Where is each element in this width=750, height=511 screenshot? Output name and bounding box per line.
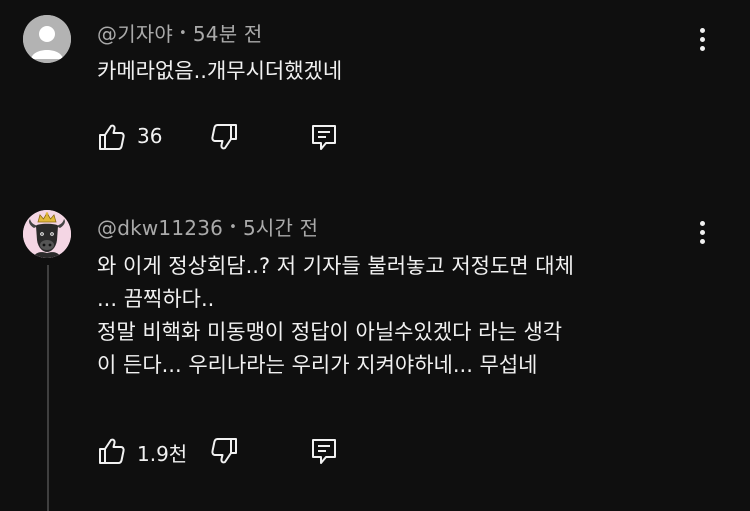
thumb-down-icon [211,124,237,150]
separator-dot: • [229,220,237,235]
like-count: 1.9천 [137,442,188,466]
comment-header: @dkw11236 • 5시간 전 [97,212,318,241]
thumb-down-icon [211,438,237,464]
comment-author[interactable]: @dkw11236 [97,216,223,240]
comment-author[interactable]: @기자야 [97,22,173,46]
more-vert-icon [700,28,705,33]
like-count: 36 [137,124,163,148]
comment-list: @기자야 • 54분 전 카메라없음..개무시더했겠네 36 @dkw11236… [0,0,750,511]
like-button[interactable] [97,122,127,152]
dislike-button[interactable] [209,122,239,152]
comment-menu-button[interactable] [692,26,714,56]
default-user-icon [23,15,71,63]
avatar[interactable] [23,210,71,258]
comment-text: 카메라없음..개무시더했겠네 [97,55,342,88]
comment-line: ... 끔찍하다.. [97,287,215,311]
comment-text: 와 이게 정상회담..? 저 기자들 불러놓고 저정도면 대체 ... 끔찍하다… [97,250,574,382]
comment-menu-button[interactable] [692,219,714,249]
reply-button[interactable] [309,436,339,466]
comment-time[interactable]: 5시간 전 [243,216,318,240]
crowned-bull-avatar-icon [23,210,71,258]
more-vert-icon [700,221,705,226]
dislike-button[interactable] [209,436,239,466]
separator-dot: • [179,26,187,41]
avatar[interactable] [23,15,71,63]
comment-line: 정말 비핵화 미동맹이 정답이 아닐수있겠다 라는 생각 [97,320,563,344]
thumb-up-icon [99,124,125,150]
thumb-up-icon [99,438,125,464]
reply-comment-icon [312,125,336,150]
like-button[interactable] [97,436,127,466]
comment-time[interactable]: 54분 전 [193,22,263,46]
comment-line: 카메라없음..개무시더했겠네 [97,59,343,83]
reply-comment-icon [312,439,336,464]
comment-header: @기자야 • 54분 전 [97,18,262,47]
comment-line: 이 든다... 우리나라는 우리가 지켜야하네... 무섭네 [97,353,538,377]
thread-line [47,265,49,511]
comment-line: 와 이게 정상회담..? 저 기자들 불러놓고 저정도면 대체 [97,254,574,278]
reply-button[interactable] [309,122,339,152]
